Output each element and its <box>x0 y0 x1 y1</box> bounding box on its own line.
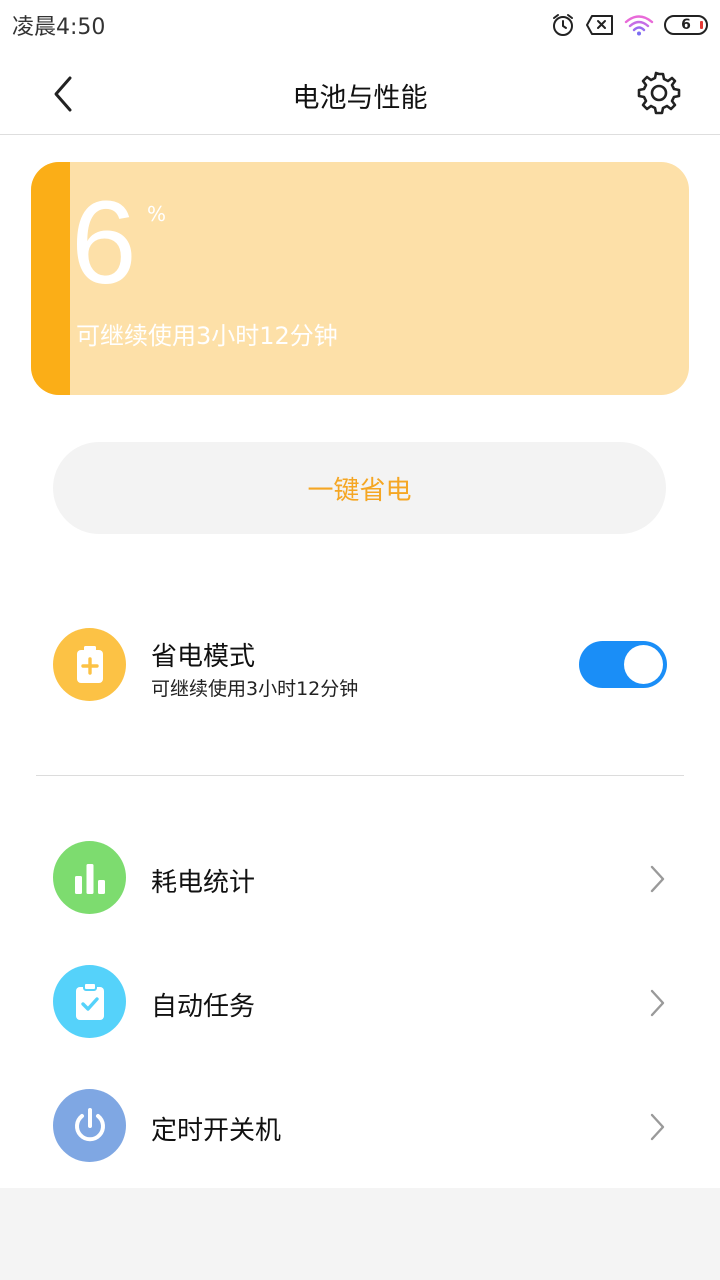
battery-remaining-time: 可继续使用3小时12分钟 <box>76 322 338 350</box>
battery-percent: 6 <box>71 177 137 309</box>
status-bar: 凌晨4:50 6 <box>0 0 720 50</box>
alarm-icon <box>553 14 573 36</box>
battery-level-bar <box>31 162 70 395</box>
chevron-right-icon <box>650 1113 665 1141</box>
menu-item-label: 定时开关机 <box>151 1116 282 1146</box>
clipboard-check-icon <box>53 965 126 1038</box>
battery-status-card: 6 % 可继续使用3小时12分钟 <box>31 162 689 395</box>
header: 电池与性能 <box>0 50 720 135</box>
bar-chart-icon <box>53 841 126 914</box>
battery-plus-icon <box>53 628 126 701</box>
one-tap-power-save-label: 一键省电 <box>307 475 412 506</box>
bottom-background <box>0 1188 720 1280</box>
menu-item-label: 自动任务 <box>151 992 256 1022</box>
menu-item-auto-tasks[interactable]: 自动任务 <box>0 952 720 1052</box>
status-time: 凌晨4:50 <box>12 15 106 40</box>
wifi-icon <box>624 15 654 36</box>
one-tap-power-save-button[interactable]: 一键省电 <box>53 442 666 534</box>
power-saving-toggle[interactable] <box>579 641 667 688</box>
settings-button[interactable] <box>636 70 682 116</box>
toggle-knob <box>624 645 663 684</box>
page-title: 电池与性能 <box>292 83 428 114</box>
power-icon <box>53 1089 126 1162</box>
gear-icon <box>637 71 681 115</box>
battery-icon: 6 <box>664 15 708 35</box>
power-saving-mode-title: 省电模式 <box>151 642 256 672</box>
chevron-right-icon <box>650 989 665 1017</box>
battery-level-text: 6 <box>681 17 691 33</box>
chevron-right-icon <box>650 865 665 893</box>
section-divider <box>36 775 684 776</box>
menu-item-label: 耗电统计 <box>151 868 256 898</box>
status-icons: 6 <box>550 12 708 38</box>
power-saving-mode-subtitle: 可继续使用3小时12分钟 <box>151 678 359 700</box>
menu-item-scheduled-power[interactable]: 定时开关机 <box>0 1076 720 1176</box>
battery-percent-unit: % <box>147 202 167 226</box>
menu-item-power-usage[interactable]: 耗电统计 <box>0 828 720 928</box>
sim-error-icon <box>586 15 613 35</box>
